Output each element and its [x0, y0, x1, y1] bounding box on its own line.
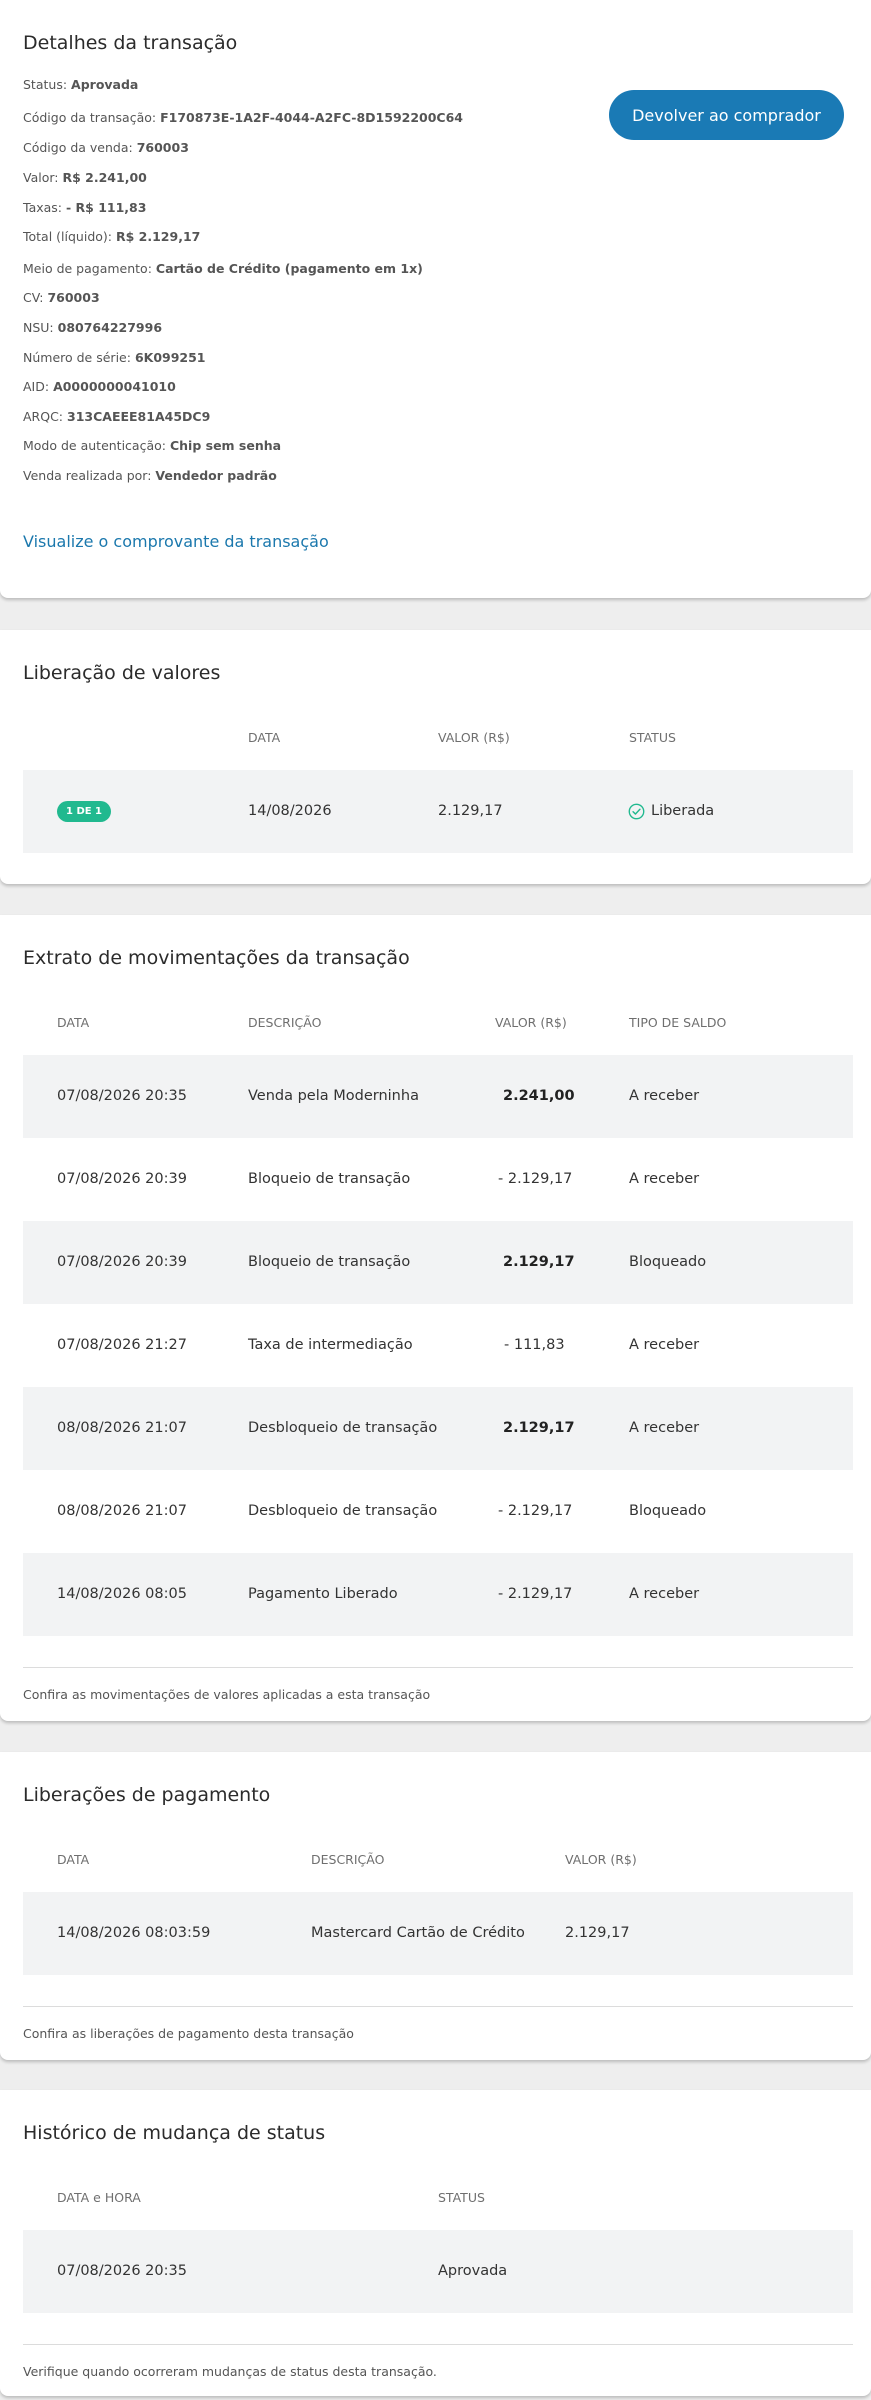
refund-to-buyer-button[interactable]: Devolver ao comprador [609, 90, 844, 140]
view-receipt-link[interactable]: Visualize o comprovante da transação [23, 532, 329, 551]
detail-auth-mode: Modo de autenticação: Chip sem senha [23, 438, 282, 453]
date-cell: 08/08/2026 21:07 [57, 1420, 187, 1436]
section-footnote: Confira as liberações de pagamento desta… [23, 2026, 354, 2041]
status-liberada: Liberada [628, 770, 714, 853]
balance-type-cell: Bloqueado [629, 1254, 707, 1270]
detail-arqc: ARQC: 313CAEEE81A45DC9 [23, 409, 211, 424]
column-header-date: DATA [57, 1852, 90, 1867]
section-title: Extrato de movimentações da transação [23, 947, 410, 969]
date-cell: 08/08/2026 21:07 [57, 1503, 187, 1519]
value-cell: - 2.129,17 [498, 1503, 573, 1519]
detail-nsu: NSU: 080764227996 [23, 320, 163, 335]
column-header-status: STATUS [438, 2190, 485, 2205]
table-row: 07/08/2026 21:27 Taxa de intermediação -… [23, 1304, 853, 1387]
transaction-details-card: Detalhes da transação Status: Aprovada C… [0, 0, 871, 598]
detail-value: Valor: R$ 2.241,00 [23, 170, 147, 185]
column-header-value: VALOR (R$) [438, 730, 510, 745]
description-cell: Bloqueio de transação [248, 1171, 411, 1187]
balance-type-cell: A receber [629, 1171, 700, 1187]
description-cell: Desbloqueio de transação [248, 1503, 438, 1519]
table-row: 07/08/2026 20:35 Venda pela Moderninha 2… [23, 1055, 853, 1138]
table-row: 07/08/2026 20:39 Bloqueio de transação 2… [23, 1221, 853, 1304]
value-cell: 2.129,17 [503, 1420, 575, 1436]
status-history-card: Histórico de mudança de status DATA e HO… [0, 2090, 871, 2396]
balance-type-cell: A receber [629, 1586, 700, 1602]
date-cell: 14/08/2026 [248, 803, 332, 819]
detail-serial-number: Número de série: 6K099251 [23, 350, 206, 365]
section-title: Liberação de valores [23, 662, 221, 684]
description-cell: Pagamento Liberado [248, 1586, 398, 1602]
table-row: 14/08/2026 08:03:59 Mastercard Cartão de… [23, 1892, 853, 1975]
column-header-description: DESCRIÇÃO [248, 1015, 322, 1030]
date-cell: 14/08/2026 08:05 [57, 1586, 187, 1602]
balance-type-cell: A receber [629, 1337, 700, 1353]
balance-type-cell: Bloqueado [629, 1503, 707, 1519]
date-cell: 14/08/2026 08:03:59 [57, 1925, 211, 1941]
datetime-cell: 07/08/2026 20:35 [57, 2263, 187, 2279]
detail-sale-code: Código da venda: 760003 [23, 140, 189, 155]
table-row: 14/08/2026 08:05 Pagamento Liberado - 2.… [23, 1553, 853, 1636]
detail-fees: Taxas: - R$ 111,83 [23, 200, 147, 215]
column-header-status: STATUS [629, 730, 676, 745]
detail-transaction-code: Código da transação: F170873E-1A2F-4044-… [23, 110, 464, 125]
page-title: Detalhes da transação [23, 32, 238, 54]
table-row: 08/08/2026 21:07 Desbloqueio de transaçã… [23, 1387, 853, 1470]
divider [23, 2006, 853, 2007]
status-label: Liberada [651, 803, 715, 819]
value-cell: - 2.129,17 [498, 1586, 573, 1602]
balance-type-cell: A receber [629, 1088, 700, 1104]
value-cell: 2.129,17 [565, 1925, 630, 1941]
description-cell: Bloqueio de transação [248, 1254, 411, 1270]
divider [23, 1667, 853, 1668]
value-cell: 2.129,17 [503, 1254, 575, 1270]
table-row: 08/08/2026 21:07 Desbloqueio de transaçã… [23, 1470, 853, 1553]
detail-status: Status: Aprovada [23, 77, 139, 92]
description-cell: Mastercard Cartão de Crédito [311, 1925, 525, 1941]
date-cell: 07/08/2026 20:35 [57, 1088, 187, 1104]
value-cell: - 111,83 [504, 1337, 565, 1353]
divider [23, 2344, 853, 2345]
column-header-value: VALOR (R$) [565, 1852, 637, 1867]
release-values-card: Liberação de valores DATA VALOR (R$) STA… [0, 630, 871, 884]
column-header-date: DATA [57, 1015, 90, 1030]
section-title: Histórico de mudança de status [23, 2122, 326, 2144]
date-cell: 07/08/2026 21:27 [57, 1337, 187, 1353]
table-row: 1 DE 1 14/08/2026 2.129,17 Liberada [23, 770, 853, 853]
section-footnote: Confira as movimentações de valores apli… [23, 1687, 431, 1702]
detail-net-total: Total (líquido): R$ 2.129,17 [23, 229, 201, 244]
value-cell: 2.241,00 [503, 1088, 575, 1104]
balance-type-cell: A receber [629, 1420, 700, 1436]
description-cell: Venda pela Moderninha [248, 1088, 419, 1104]
column-header-datetime: DATA e HORA [57, 2190, 141, 2205]
column-header-date: DATA [248, 730, 281, 745]
date-cell: 07/08/2026 20:39 [57, 1254, 187, 1270]
check-circle-icon [628, 803, 645, 820]
status-cell: Aprovada [438, 2263, 508, 2279]
statement-card: Extrato de movimentações da transação DA… [0, 915, 871, 1721]
detail-seller: Venda realizada por: Vendedor padrão [23, 468, 277, 483]
detail-cv: CV: 760003 [23, 290, 100, 305]
date-cell: 07/08/2026 20:39 [57, 1171, 187, 1187]
detail-payment-method: Meio de pagamento: Cartão de Crédito (pa… [23, 261, 423, 276]
column-header-value: VALOR (R$) [495, 1015, 567, 1030]
description-cell: Taxa de intermediação [248, 1337, 413, 1353]
column-header-description: DESCRIÇÃO [311, 1852, 385, 1867]
installment-badge: 1 DE 1 [57, 800, 112, 822]
detail-aid: AID: A0000000041010 [23, 379, 176, 394]
status-cell: Liberada [628, 770, 714, 853]
value-cell: 2.129,17 [438, 803, 503, 819]
value-cell: - 2.129,17 [498, 1171, 573, 1187]
payment-releases-card: Liberações de pagamento DATA DESCRIÇÃO V… [0, 1752, 871, 2060]
column-header-balance-type: TIPO DE SALDO [629, 1015, 727, 1030]
section-footnote: Verifique quando ocorreram mudanças de s… [23, 2364, 437, 2379]
table-row: 07/08/2026 20:39 Bloqueio de transação -… [23, 1138, 853, 1221]
installment-cell: 1 DE 1 [57, 770, 112, 853]
table-row: 07/08/2026 20:35 Aprovada [23, 2230, 853, 2313]
description-cell: Desbloqueio de transação [248, 1420, 438, 1436]
section-title: Liberações de pagamento [23, 1784, 271, 1806]
